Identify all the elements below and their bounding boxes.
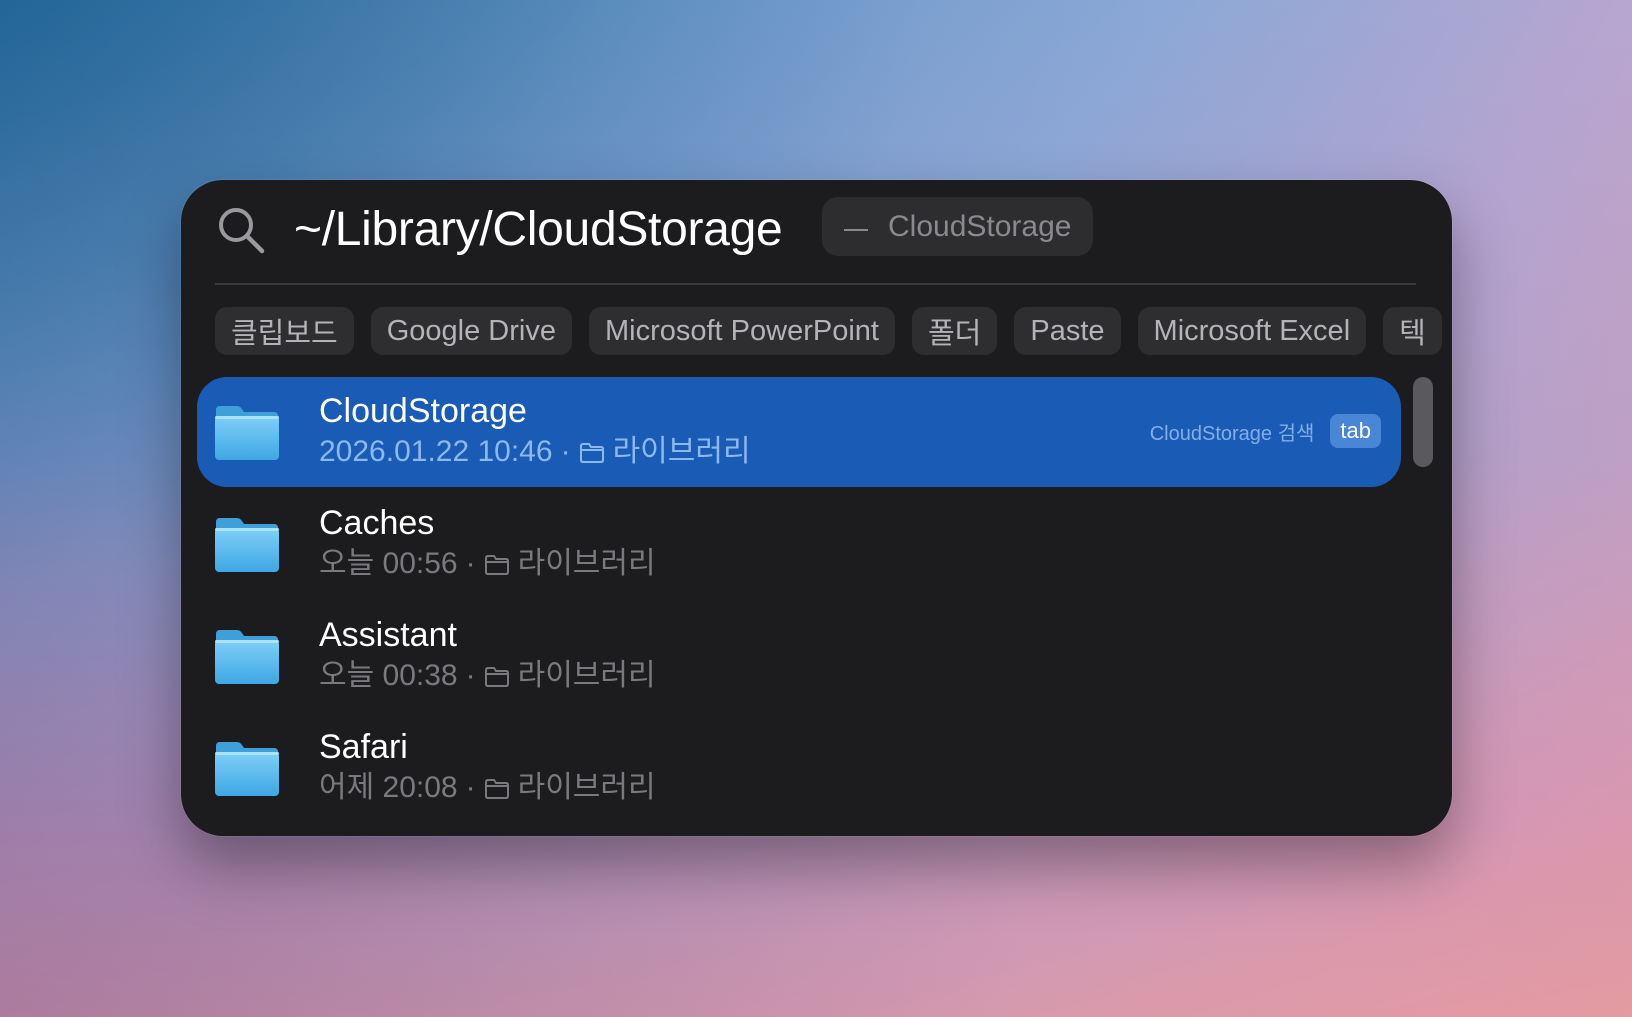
small-folder-icon <box>484 555 509 575</box>
folder-icon <box>215 406 279 460</box>
result-location: 라이브러리 <box>517 771 656 804</box>
search-scope-hint: CloudStorage <box>822 197 1094 256</box>
tab-key-badge: tab <box>1330 414 1381 448</box>
action-label: CloudStorage 검색 <box>1149 422 1315 445</box>
small-folder-icon <box>484 667 509 687</box>
dash-icon <box>844 228 868 231</box>
result-row[interactable]: CloudStorage 2026.01.22 10:46 · 라이브러리 Cl… <box>197 377 1401 487</box>
row-action[interactable]: CloudStorage 검색 tab <box>1150 414 1381 448</box>
result-title: Caches <box>319 504 435 542</box>
scrollbar[interactable] <box>1412 377 1434 817</box>
result-title: CloudStorage <box>319 392 527 430</box>
result-date: 오늘 00:38 <box>319 659 458 692</box>
result-date: 오늘 00:56 <box>319 547 458 580</box>
chip-google-drive[interactable]: Google Drive <box>370 307 572 355</box>
separator: · <box>465 547 476 580</box>
chip-truncated[interactable]: 텍 <box>1383 307 1442 355</box>
result-subtitle: 2026.01.22 10:46 · 라이브러리 <box>319 433 751 471</box>
result-date: 2026.01.22 10:46 <box>319 435 553 468</box>
result-subtitle: 어제 20:08 · 라이브러리 <box>319 769 656 807</box>
result-title: Safari <box>319 728 408 766</box>
result-subtitle: 오늘 00:38 · 라이브러리 <box>319 657 656 695</box>
small-folder-icon <box>484 779 509 799</box>
spotlight-panel: ~/Library/CloudStorage CloudStorage 클립보드… <box>181 180 1452 836</box>
search-scope-label: CloudStorage <box>888 209 1072 243</box>
chip-paste[interactable]: Paste <box>1014 307 1121 355</box>
folder-icon <box>215 518 279 572</box>
result-location: 라이브러리 <box>517 547 656 580</box>
separator: · <box>465 771 476 804</box>
search-icon <box>219 208 265 254</box>
suggestion-chips: 클립보드 Google Drive Microsoft PowerPoint 폴… <box>215 307 1442 355</box>
result-location: 라이브러리 <box>612 435 751 468</box>
folder-icon <box>215 742 279 796</box>
chip-folder[interactable]: 폴더 <box>911 307 998 355</box>
divider <box>215 283 1416 285</box>
result-subtitle: 오늘 00:56 · 라이브러리 <box>319 545 656 583</box>
result-title: Assistant <box>319 616 457 654</box>
result-row[interactable]: Caches 오늘 00:56 · 라이브러리 <box>197 489 1401 599</box>
folder-icon <box>215 630 279 684</box>
result-row[interactable]: Assistant 오늘 00:38 · 라이브러리 <box>197 601 1401 711</box>
chip-microsoft-powerpoint[interactable]: Microsoft PowerPoint <box>588 307 895 355</box>
result-location: 라이브러리 <box>517 659 656 692</box>
scrollbar-thumb[interactable] <box>1413 377 1433 467</box>
search-bar[interactable]: ~/Library/CloudStorage CloudStorage <box>181 180 1452 285</box>
separator: · <box>560 435 571 468</box>
separator: · <box>465 659 476 692</box>
result-date: 어제 20:08 <box>319 771 458 804</box>
chip-microsoft-excel[interactable]: Microsoft Excel <box>1137 307 1367 355</box>
result-row[interactable]: Safari 어제 20:08 · 라이브러리 <box>197 713 1401 823</box>
search-input[interactable]: ~/Library/CloudStorage <box>294 202 783 258</box>
small-folder-icon <box>579 443 604 463</box>
results-list: CloudStorage 2026.01.22 10:46 · 라이브러리 Cl… <box>197 377 1401 825</box>
chip-clipboard[interactable]: 클립보드 <box>215 307 354 355</box>
